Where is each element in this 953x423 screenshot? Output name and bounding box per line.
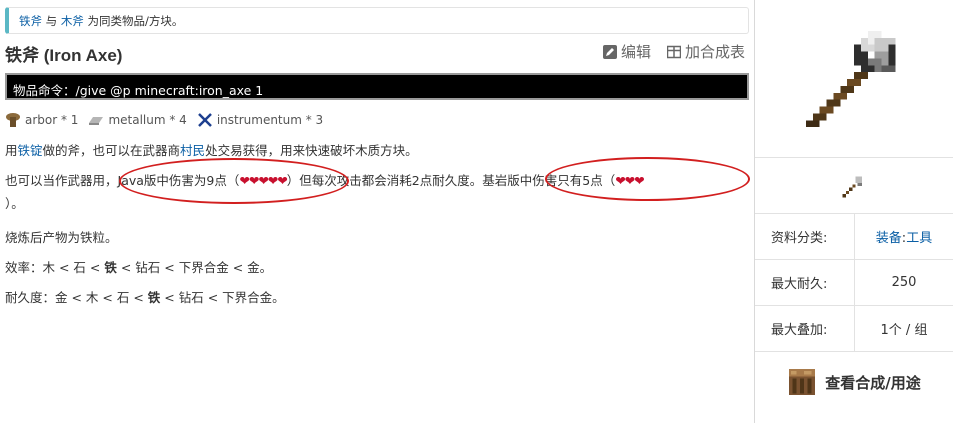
bold-text: 铁 bbox=[147, 290, 161, 305]
text: 木 < 石 < bbox=[42, 260, 105, 275]
text: 耐久度： bbox=[5, 290, 56, 305]
iron-axe-icon bbox=[805, 30, 896, 127]
item-image bbox=[755, 0, 953, 158]
add-table-label: 加合成表 bbox=[684, 43, 745, 61]
notice-suffix: 为同类物品/方块。 bbox=[83, 14, 184, 28]
notice-link-iron-axe[interactable]: 铁斧 bbox=[19, 14, 42, 28]
command-bar[interactable]: 物品命令：/give @p minecraft:iron_axe 1 bbox=[5, 73, 749, 100]
iron-axe-small-icon bbox=[842, 175, 863, 197]
text: 处交易获得，用来快速破坏木质方块。 bbox=[205, 143, 418, 158]
text: 用 bbox=[5, 143, 18, 158]
link-villager[interactable]: 村民 bbox=[180, 143, 205, 158]
tag-metallum-label: metallum * 4 bbox=[108, 113, 187, 127]
page-actions: 编辑 加合成表 bbox=[602, 41, 745, 62]
info-row-category: 资料分类: 装备:工具 bbox=[755, 214, 953, 260]
log-icon bbox=[6, 113, 20, 127]
info-value: 250 bbox=[891, 275, 917, 290]
info-key: 最大叠加: bbox=[755, 306, 855, 351]
bold-text: 铁 bbox=[104, 260, 117, 275]
tag-arbor-label: arbor * 1 bbox=[25, 113, 79, 127]
text: 效率： bbox=[5, 260, 43, 275]
ingot-icon bbox=[89, 117, 104, 125]
annotation-circle-bedrock bbox=[545, 157, 750, 201]
tools-icon bbox=[197, 113, 212, 127]
durability-paragraph: 耐久度：金 < 木 < 石 < 铁 < 钻石 < 下界合金。 bbox=[5, 287, 285, 306]
infobox: 资料分类: 装备:工具 最大耐久: 250 最大叠加: 1个 / 组 查看合成/… bbox=[754, 0, 953, 423]
text: 也可以当作武器用， bbox=[5, 173, 118, 188]
damage-paragraph-end: ）。 bbox=[5, 196, 24, 211]
crafting-table-icon bbox=[789, 368, 816, 396]
notice-box: 铁斧 与 木斧 为同类物品/方块。 bbox=[5, 7, 749, 34]
smelting-paragraph: 烧炼后产物为铁粒。 bbox=[5, 230, 118, 245]
view-recipe-label: 查看合成/用途 bbox=[825, 373, 921, 392]
description-paragraph: 用铁锭做的斧，也可以在武器商村民处交易获得，用来快速破坏木质方块。 bbox=[5, 140, 418, 159]
page-title: 铁斧 (Iron Axe) bbox=[5, 46, 123, 65]
info-value: 1个 / 组 bbox=[880, 323, 928, 338]
edit-label: 编辑 bbox=[620, 43, 651, 61]
tag-instrumentum[interactable]: instrumentum * 3 bbox=[197, 112, 323, 128]
item-small-icon bbox=[755, 158, 953, 214]
text: 金 < 木 < 石 < bbox=[55, 290, 148, 305]
edit-icon bbox=[602, 44, 617, 59]
tag-instrumentum-label: instrumentum * 3 bbox=[216, 113, 324, 127]
link-tools[interactable]: 工具 bbox=[906, 231, 932, 246]
view-recipe-button[interactable]: 查看合成/用途 bbox=[755, 352, 953, 412]
notice-link-wooden-axe[interactable]: 木斧 bbox=[61, 14, 84, 28]
tag-arbor[interactable]: arbor * 1 bbox=[5, 112, 78, 128]
edit-button[interactable]: 编辑 bbox=[602, 41, 651, 62]
aspect-tags: arbor * 1 metallum * 4 instrumentum * 3 bbox=[5, 112, 323, 128]
efficiency-paragraph: 效率：木 < 石 < 铁 < 钻石 < 下界合金 < 金。 bbox=[5, 257, 272, 276]
info-value: 装备:工具 bbox=[855, 227, 953, 246]
notice-conj: 与 bbox=[42, 14, 61, 28]
text: 做的斧，也可以在武器商 bbox=[42, 143, 181, 158]
link-equipment[interactable]: 装备 bbox=[876, 231, 902, 246]
annotation-circle-java bbox=[119, 158, 349, 204]
info-row-durability: 最大耐久: 250 bbox=[755, 260, 953, 306]
tag-metallum[interactable]: metallum * 4 bbox=[88, 112, 187, 128]
text: < 钻石 < 下界合金 < 金。 bbox=[116, 260, 273, 275]
info-row-stack: 最大叠加: 1个 / 组 bbox=[755, 306, 953, 352]
text: < 钻石 < 下界合金。 bbox=[160, 290, 285, 305]
table-icon bbox=[666, 45, 681, 58]
info-key: 最大耐久: bbox=[755, 260, 855, 305]
link-iron-ingot[interactable]: 铁锭 bbox=[18, 143, 43, 158]
info-key: 资料分类: bbox=[755, 214, 855, 259]
add-table-button[interactable]: 加合成表 bbox=[666, 41, 745, 62]
